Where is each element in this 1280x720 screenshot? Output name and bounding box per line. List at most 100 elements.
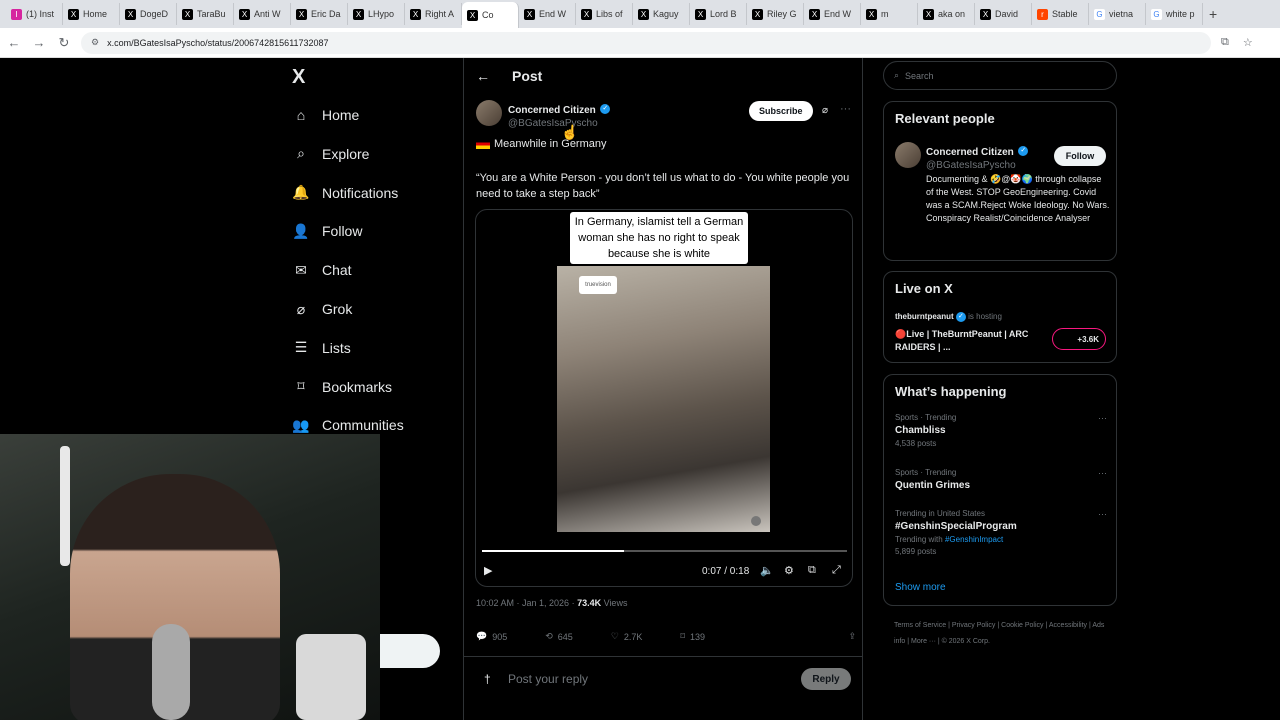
- video-player[interactable]: In Germany, islamist tell a German woman…: [475, 209, 853, 587]
- share-action[interactable]: ⇪: [848, 631, 856, 642]
- settings-icon[interactable]: ⚙: [784, 564, 794, 577]
- sidebar-item-notifications[interactable]: 🔔 Notifications: [292, 184, 398, 202]
- sidebar-item-communities[interactable]: 👥 Communities: [292, 416, 403, 434]
- trend-item[interactable]: Trending in United States #GenshinSpecial…: [895, 509, 1107, 556]
- fullscreen-icon[interactable]: ⤢: [832, 564, 841, 577]
- more-icon[interactable]: ···: [840, 103, 851, 115]
- video-progress-bar[interactable]: [482, 550, 847, 552]
- footer-link[interactable]: Cookie Policy: [1001, 622, 1043, 629]
- follow-button[interactable]: Follow: [1054, 146, 1106, 166]
- sidebar-item-grok[interactable]: ⌀ Grok: [292, 300, 353, 318]
- person-name[interactable]: Concerned Citizen: [926, 147, 1014, 158]
- post-button[interactable]: [378, 634, 440, 668]
- browser-tab[interactable]: X Lord B: [690, 3, 747, 25]
- play-icon[interactable]: ▶: [484, 564, 492, 577]
- sidebar-item-lists[interactable]: ☰ Lists: [292, 339, 351, 357]
- browser-tab[interactable]: I (1) Inst: [6, 3, 63, 25]
- browser-tab[interactable]: X Right A: [405, 3, 462, 25]
- browser-tab-label: Riley G: [767, 9, 797, 19]
- sidebar-item-home[interactable]: ⌂ Home: [292, 106, 360, 124]
- site-info-icon[interactable]: ⚙: [91, 37, 99, 48]
- browser-tab[interactable]: X Anti W: [234, 3, 291, 25]
- footer-link[interactable]: More ···: [911, 638, 936, 645]
- back-arrow-icon[interactable]: ←: [3, 35, 25, 50]
- trend-item[interactable]: Sports · Trending Chambliss 4,538 posts ···: [895, 413, 1107, 448]
- author-name[interactable]: Concerned Citizen: [508, 105, 596, 116]
- browser-tab-label: End W: [824, 9, 852, 19]
- pip-icon[interactable]: ⧉: [808, 564, 816, 577]
- author-handle[interactable]: @BGatesIsaPyscho: [508, 118, 610, 129]
- new-tab-button[interactable]: +: [1209, 6, 1217, 22]
- avatar[interactable]: [476, 100, 502, 126]
- sidebar-item-follow[interactable]: 👤 Follow: [292, 222, 362, 240]
- reload-icon[interactable]: ↻: [53, 35, 75, 51]
- reply-button[interactable]: Reply: [801, 668, 851, 690]
- video-timecode: 0:07 / 0:18: [702, 566, 750, 577]
- person-handle[interactable]: @BGatesIsaPyscho: [926, 160, 1028, 171]
- whats-happening-card: What’s happening Sports · Trending Chambl…: [883, 374, 1117, 606]
- browser-tab[interactable]: X End W: [804, 3, 861, 25]
- search-icon: ⌕: [894, 70, 900, 80]
- footer-link[interactable]: Accessibility: [1049, 622, 1087, 629]
- star-icon[interactable]: ☆: [1243, 36, 1253, 49]
- bookmark-count: 139: [690, 631, 706, 642]
- video-frame[interactable]: truevision: [557, 266, 770, 532]
- address-bar[interactable]: ⚙ x.com/BGatesIsaPyscho/status/200674281…: [81, 31, 1211, 54]
- reply-input[interactable]: Post your reply: [508, 672, 588, 686]
- more-icon[interactable]: ···: [1098, 509, 1107, 519]
- repost-action[interactable]: ⟲ 645: [545, 631, 573, 642]
- trend-count: 4,538 posts: [895, 439, 937, 448]
- browser-tab[interactable]: Gvietna: [1089, 3, 1146, 25]
- footer-link[interactable]: © 2026 X Corp.: [942, 638, 990, 645]
- trend-item[interactable]: Sports · Trending Quentin Grimes ···: [895, 468, 1107, 491]
- trend-with-tag[interactable]: #GenshinImpact: [945, 535, 1003, 544]
- live-stream-title[interactable]: 🔴Live | TheBurntPeanut | ARC RAIDERS | .…: [895, 328, 1035, 354]
- grok-icon[interactable]: ⌀: [822, 105, 828, 116]
- browser-tab[interactable]: X Eric Da: [291, 3, 348, 25]
- browser-tab-label: Kaguy: [653, 9, 679, 19]
- post-author[interactable]: Concerned Citizen ✓ @BGatesIsaPyscho: [476, 100, 611, 129]
- post-text-1: Meanwhile in Germany: [494, 138, 607, 150]
- x-logo-icon[interactable]: X: [292, 66, 305, 89]
- browser-tab[interactable]: Xaka on: [918, 3, 975, 25]
- browser-tab[interactable]: r Stable: [1032, 3, 1089, 25]
- browser-tab[interactable]: X TaraBu: [177, 3, 234, 25]
- search-input[interactable]: ⌕ Search: [883, 61, 1117, 90]
- avatar[interactable]: [895, 142, 921, 168]
- list-icon: ☰: [294, 339, 308, 356]
- browser-tab-label: Right A: [425, 9, 455, 19]
- back-icon[interactable]: ←: [476, 68, 490, 84]
- browser-tab[interactable]: X LHypo: [348, 3, 405, 25]
- footer-link[interactable]: Privacy Policy: [952, 622, 996, 629]
- live-host[interactable]: theburntpeanut: [895, 312, 954, 321]
- browser-tab[interactable]: X Libs of: [576, 3, 633, 25]
- more-icon[interactable]: ···: [1098, 468, 1107, 478]
- sidebar-item-explore[interactable]: ⌕ Explore: [292, 145, 369, 163]
- browser-tab[interactable]: X Riley G: [747, 3, 804, 25]
- live-host-row[interactable]: theburntpeanut ✓ is hosting: [895, 312, 1002, 322]
- sidebar-item-chat[interactable]: ✉ Chat: [292, 261, 351, 279]
- like-action[interactable]: ♡ 2.7K: [611, 631, 643, 642]
- browser-tab[interactable]: Gwhite p: [1146, 3, 1203, 25]
- webcam-overlay: [0, 434, 380, 720]
- browser-tab[interactable]: X DogeD: [120, 3, 177, 25]
- person-info[interactable]: Concerned Citizen ✓ @BGatesIsaPyscho: [926, 142, 1029, 171]
- browser-tab[interactable]: Xm: [861, 3, 918, 25]
- reply-action[interactable]: 💬 905: [476, 631, 507, 642]
- footer-link[interactable]: Terms of Service: [894, 622, 946, 629]
- browser-tab[interactable]: X David: [975, 3, 1032, 25]
- volume-icon[interactable]: 🔈: [760, 564, 774, 577]
- browser-tab[interactable]: X Home: [63, 3, 120, 25]
- browser-tab[interactable]: X Co: [462, 2, 519, 28]
- post-timestamp[interactable]: 10:02 AM · Jan 1, 2026 ·: [476, 598, 577, 608]
- bookmark-action[interactable]: ⌑ 139: [680, 631, 705, 642]
- live-count-badge[interactable]: +3.6K: [1052, 328, 1106, 350]
- install-icon[interactable]: ⧉: [1221, 36, 1229, 49]
- subscribe-button[interactable]: Subscribe: [749, 101, 813, 121]
- more-icon[interactable]: ···: [1098, 413, 1107, 423]
- sidebar-item-bookmarks[interactable]: ⌑ Bookmarks: [292, 378, 392, 396]
- forward-arrow-icon[interactable]: →: [28, 35, 50, 50]
- browser-tab[interactable]: X Kaguy: [633, 3, 690, 25]
- browser-tab[interactable]: X End W: [519, 3, 576, 25]
- show-more-link[interactable]: Show more: [895, 582, 946, 593]
